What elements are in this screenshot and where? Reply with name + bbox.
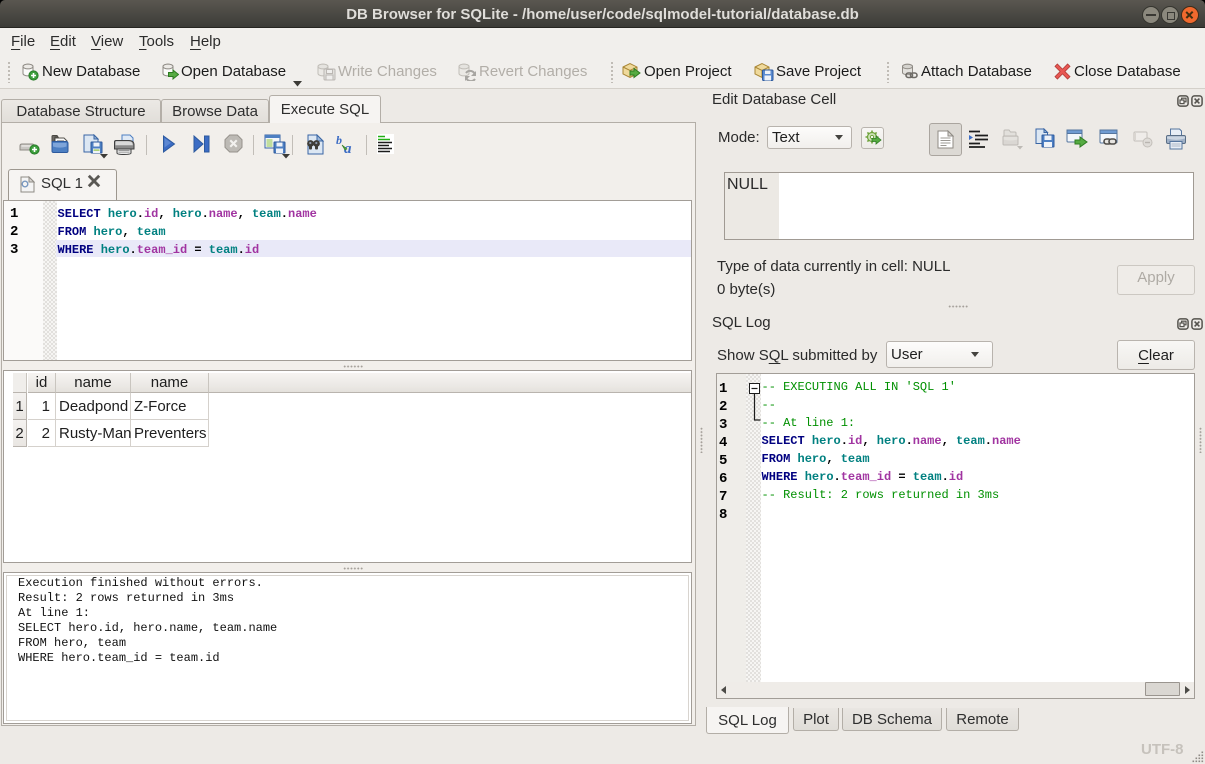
svg-text:b: b <box>336 134 342 147</box>
